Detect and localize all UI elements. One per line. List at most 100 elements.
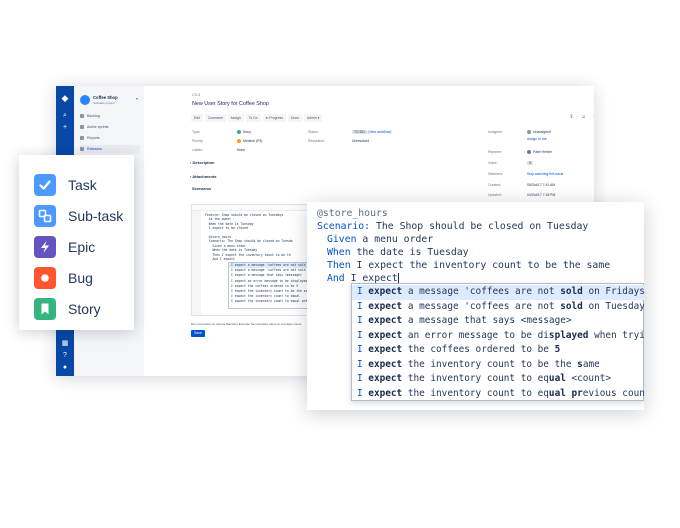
edit-button[interactable]: Edit bbox=[191, 114, 203, 122]
sidebar-item-active-sprints[interactable]: Active sprints bbox=[80, 123, 140, 131]
priority-icon bbox=[237, 139, 241, 144]
line-number-gutter bbox=[192, 211, 201, 315]
code-line: Given a menu order bbox=[205, 243, 246, 248]
sidebar-item-releases[interactable]: Releases bbox=[80, 145, 140, 153]
code-tag-line: @store_hours bbox=[317, 208, 388, 219]
project-name[interactable]: Coffee Shop bbox=[93, 95, 118, 100]
suggestion-item[interactable]: I expect an error message to be displaye… bbox=[352, 329, 644, 344]
code-line: @store_hours bbox=[205, 235, 232, 239]
subtask-icon bbox=[34, 204, 56, 227]
project-type: Software project bbox=[93, 101, 115, 105]
sidebar-item-backlog[interactable]: Backlog bbox=[80, 112, 140, 120]
assign-to-me-link[interactable]: Assign to me bbox=[527, 137, 547, 141]
apps-icon[interactable]: ▦ bbox=[56, 340, 74, 348]
profile-icon[interactable]: ● bbox=[56, 364, 74, 372]
code-line: Scenario: The Shop should be closed on T… bbox=[205, 239, 293, 244]
code-scenario-line: Scenario: The Shop should be closed on T… bbox=[317, 221, 589, 232]
comment-button[interactable]: Comment bbox=[204, 114, 226, 122]
priority-value[interactable]: Medium (P3) bbox=[237, 139, 262, 144]
code-line: When the date is Tuesday bbox=[205, 248, 258, 253]
code-line: And I expect bbox=[205, 257, 235, 261]
bug-dot-icon bbox=[34, 266, 56, 289]
scenario-code-editor[interactable]: @store_hours Scenario: The Shop should b… bbox=[307, 202, 644, 410]
watchers-label: Watchers: bbox=[488, 172, 504, 176]
suggestion-item[interactable]: I expect a message that says <message> bbox=[352, 314, 644, 329]
issue-type-epic[interactable]: Epic bbox=[19, 231, 134, 262]
attachments-section[interactable]: › Attachments bbox=[190, 174, 217, 179]
priority-label: Priority: bbox=[192, 139, 204, 143]
suggestion-item[interactable]: I expect a message 'coffees are not sold… bbox=[352, 300, 644, 315]
issue-type-subtask[interactable]: Sub-task bbox=[19, 200, 134, 231]
sprint-icon bbox=[80, 125, 84, 129]
search-icon[interactable]: ⌕ bbox=[56, 112, 74, 120]
code-line: Feature: Shop should be closed on Tuesda… bbox=[205, 213, 284, 217]
type-value[interactable]: Story bbox=[237, 130, 251, 135]
autocomplete-dropdown: I expect a message 'coffees are not sold… bbox=[351, 283, 644, 401]
assignee-avatar bbox=[527, 130, 531, 135]
issue-type-label: Epic bbox=[68, 238, 96, 255]
releases-icon bbox=[80, 147, 84, 151]
reporter-value[interactable]: Patel Herber bbox=[527, 150, 552, 155]
suggestion-item[interactable]: I expect a message 'coffees are not sold… bbox=[352, 285, 644, 300]
assignee-label: Assignee: bbox=[488, 130, 503, 134]
feedback-icon[interactable]: ☺ bbox=[580, 114, 587, 121]
suggestion-item[interactable]: I expect the inventory count to be the s… bbox=[352, 358, 644, 373]
breadcrumb[interactable]: CS-5 bbox=[192, 93, 200, 97]
chevron-down-icon[interactable]: ▾ bbox=[136, 96, 138, 101]
issue-toolbar: Edit Comment Assign To Do In Progress Do… bbox=[191, 114, 323, 122]
issue-type-bug[interactable]: Bug bbox=[19, 262, 134, 293]
admin-button[interactable]: Admin ▾ bbox=[304, 114, 323, 122]
sidebar-item-reports[interactable]: Reports bbox=[80, 134, 140, 142]
backlog-icon bbox=[80, 114, 84, 118]
labels-label: Labels: bbox=[192, 148, 203, 152]
todo-button[interactable]: To Do bbox=[245, 114, 261, 122]
more-icon[interactable]: ··· bbox=[592, 114, 594, 121]
votes-value[interactable]: 0 bbox=[527, 161, 533, 165]
reporter-avatar bbox=[527, 150, 531, 155]
jira-logo-icon[interactable]: ◆ bbox=[56, 94, 74, 103]
watchers-value[interactable]: Stop watching this issue bbox=[527, 172, 563, 176]
issue-type-label: Bug bbox=[68, 269, 93, 286]
suggestion-item[interactable]: I expect the inventory count to equal pr… bbox=[352, 387, 644, 402]
code-then-line: Then I expect the inventory count to be … bbox=[327, 260, 611, 271]
assign-button[interactable]: Assign bbox=[227, 114, 244, 122]
lightning-icon bbox=[34, 235, 56, 258]
issue-type-label: Task bbox=[68, 176, 97, 193]
resolution-label: Resolution: bbox=[308, 139, 325, 143]
description-section[interactable]: › Description bbox=[190, 160, 214, 165]
create-icon[interactable]: + bbox=[56, 124, 74, 132]
issue-type-task[interactable]: Task bbox=[19, 169, 134, 200]
created-value: 05/Oct/17 7:41 AM bbox=[527, 183, 556, 187]
updated-value: 04/Oct/17 7:18 PM bbox=[527, 193, 556, 197]
labels-value[interactable]: None bbox=[237, 148, 245, 152]
suggestion-item[interactable]: I expect the inventory count to equal <c… bbox=[352, 372, 644, 387]
issue-type-label: Story bbox=[68, 300, 101, 317]
help-icon[interactable]: ? bbox=[56, 352, 74, 360]
in-progress-button[interactable]: In Progress bbox=[262, 114, 286, 122]
bookmark-icon bbox=[34, 297, 56, 320]
assignee-value[interactable]: Unassigned bbox=[527, 130, 551, 135]
view-workflow-link[interactable]: (View workflow) bbox=[368, 130, 392, 134]
type-label: Type: bbox=[192, 130, 201, 134]
code-line: When the date is Tuesday bbox=[205, 221, 254, 226]
suggestion-item[interactable]: I expect the coffees ordered to be 5 bbox=[352, 343, 644, 358]
status-label: Status: bbox=[308, 130, 319, 134]
done-button[interactable]: Done bbox=[287, 114, 303, 122]
save-button[interactable]: Save bbox=[191, 330, 205, 337]
reports-icon bbox=[80, 136, 84, 140]
run-options-checkbox[interactable]: Run scenarios on remote Bamboo Execute S… bbox=[191, 322, 301, 326]
issue-types-panel: Task Sub-task Epic Bug Story bbox=[19, 155, 134, 330]
text-caret bbox=[397, 273, 399, 283]
code-when-line: When the date is Tuesday bbox=[327, 247, 469, 258]
code-line: As the owner bbox=[205, 217, 232, 222]
project-avatar bbox=[80, 95, 90, 105]
share-icon[interactable]: ⇪ bbox=[568, 114, 575, 121]
code-line: I expect to be closed bbox=[205, 226, 248, 231]
votes-label: Votes: bbox=[488, 161, 498, 165]
issue-type-story[interactable]: Story bbox=[19, 293, 134, 324]
updated-label: Updated: bbox=[488, 193, 502, 197]
status-value[interactable]: TO DO (View workflow) bbox=[352, 130, 391, 134]
code-given-line: Given a menu order bbox=[327, 234, 434, 245]
issue-title[interactable]: New User Story for Coffee Shop bbox=[192, 101, 269, 107]
reporter-label: Reporter: bbox=[488, 150, 503, 154]
